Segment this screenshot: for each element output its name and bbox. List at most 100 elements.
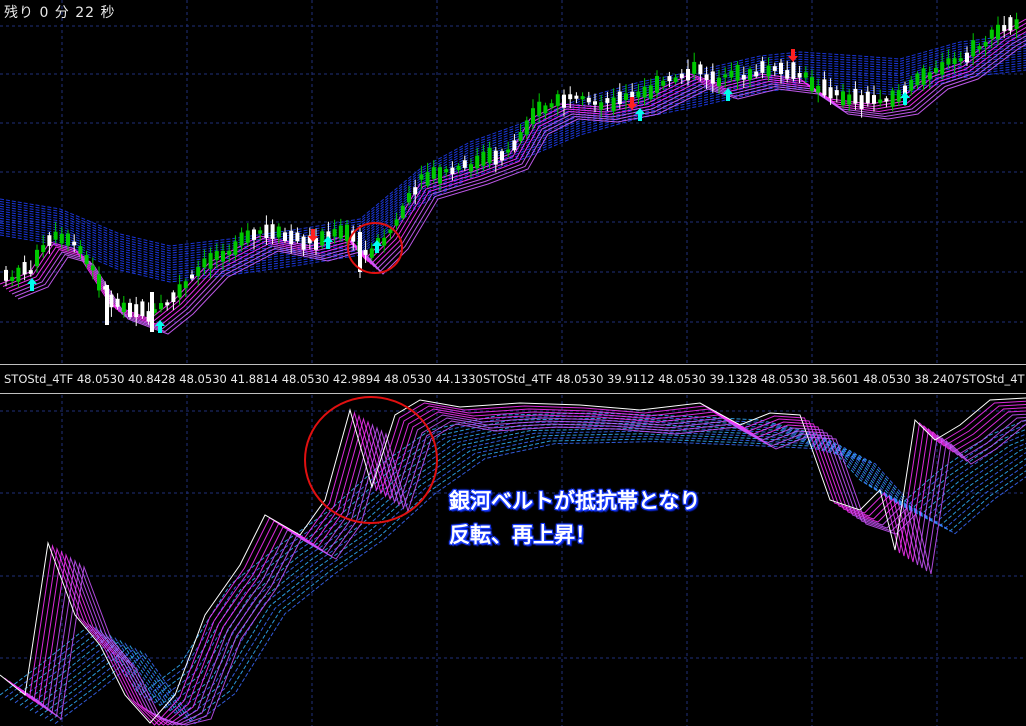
candle-body <box>500 151 504 161</box>
candle-body <box>822 79 827 96</box>
candle-body <box>332 229 337 237</box>
candle-body <box>518 132 523 142</box>
oscillator-pane[interactable] <box>0 395 1026 726</box>
candle-body <box>996 24 1000 40</box>
candle-body <box>369 248 374 258</box>
candle-body <box>35 249 39 267</box>
candle-body <box>493 150 498 165</box>
candle-body <box>785 70 790 79</box>
candle-body <box>227 250 232 255</box>
price-chart-pane[interactable] <box>0 0 1026 363</box>
candle-body <box>574 95 579 99</box>
candle-body <box>84 254 89 265</box>
candle-body <box>549 103 554 108</box>
candle-body <box>977 46 982 50</box>
candle-body <box>140 301 145 317</box>
candle-body <box>543 105 548 114</box>
candle-body <box>872 95 876 104</box>
candle-body <box>221 250 225 262</box>
candle-body <box>921 68 926 85</box>
candle-body <box>90 265 95 271</box>
candle-body <box>388 229 393 234</box>
belt-line <box>0 33 1026 247</box>
candle-body <box>177 284 182 298</box>
candle-body <box>469 164 473 172</box>
candle-body <box>754 71 759 77</box>
highlight-circle <box>304 396 438 524</box>
candle-body <box>710 71 715 84</box>
indicator-value-bar: STOStd_4TF 48.0530 40.8428 48.0530 41.88… <box>0 364 1026 394</box>
candle-body <box>72 241 77 246</box>
candle-body <box>22 262 27 275</box>
candle-body <box>555 94 560 106</box>
candle-body <box>965 52 969 63</box>
candle-body <box>276 226 281 238</box>
candle-body <box>4 269 8 281</box>
candle-body <box>16 267 21 282</box>
candle-body <box>896 90 901 102</box>
candle-body <box>667 76 672 82</box>
candle-body <box>810 77 814 91</box>
candle-body <box>568 94 573 100</box>
belt-line <box>0 59 1026 273</box>
candle-body <box>760 61 765 73</box>
candle-body <box>53 231 58 240</box>
candle-body <box>803 72 808 78</box>
osc-ribbon-line <box>17 410 1026 726</box>
candle-body <box>605 98 610 103</box>
candle-body <box>834 90 839 96</box>
candle-body <box>320 231 325 246</box>
candle-body <box>642 86 647 98</box>
candle-body <box>150 292 154 332</box>
galaxy-belt <box>0 33 1026 283</box>
candle-body <box>692 61 697 74</box>
candle-body <box>462 160 467 168</box>
candle-body <box>1014 19 1019 29</box>
candle-body <box>865 91 870 104</box>
candle-body <box>946 58 951 65</box>
candle-body <box>444 169 449 173</box>
candle-body <box>487 147 492 163</box>
candle-body <box>741 74 746 80</box>
candle-body <box>878 99 883 104</box>
candle-body <box>413 187 418 195</box>
candle-body <box>531 108 535 124</box>
annotation-line-2: 反転、再上昇！ <box>449 523 596 547</box>
candle-body <box>208 253 213 269</box>
candle-body <box>679 73 684 78</box>
candle-body <box>301 236 306 250</box>
candle-body <box>382 237 387 246</box>
candle-body <box>791 62 796 79</box>
candle-body <box>400 205 405 219</box>
belt-line <box>0 45 1026 259</box>
candle-body <box>289 230 294 245</box>
candle-body <box>109 294 114 308</box>
osc-belt-line <box>0 412 1026 696</box>
candle-body <box>816 85 821 93</box>
osc-belt-line <box>44 435 1026 720</box>
belt-line <box>0 55 1026 269</box>
candle-body <box>233 241 238 255</box>
annotation-callout: 銀河ベルトが抵抗帯となり 反転、再上昇！ <box>449 484 700 552</box>
candle-body <box>927 72 932 80</box>
candle-body <box>779 62 783 75</box>
candle-body <box>78 246 83 254</box>
candle-body <box>214 251 219 260</box>
candle-body <box>47 235 52 246</box>
indicator-values: STOStd_4TF 48.0530 40.8428 48.0530 41.88… <box>4 372 483 386</box>
candle-body <box>580 96 585 100</box>
candle-body <box>134 304 139 318</box>
candle-body <box>940 62 945 75</box>
candle-body <box>698 64 703 75</box>
candle-body <box>456 165 461 170</box>
candle-body <box>586 97 591 103</box>
ribbon-line <box>17 43 1026 335</box>
candle-body <box>617 91 622 105</box>
osc-ribbon-line <box>22 413 1026 726</box>
candle-body <box>859 95 864 110</box>
candle-body <box>989 29 994 39</box>
indicator-values: STOStd_4TF 48.0530 39.9112 48.0530 39.13… <box>483 372 962 386</box>
candle-body <box>121 302 126 313</box>
candle-body <box>239 232 244 246</box>
belt-line <box>0 52 1026 266</box>
